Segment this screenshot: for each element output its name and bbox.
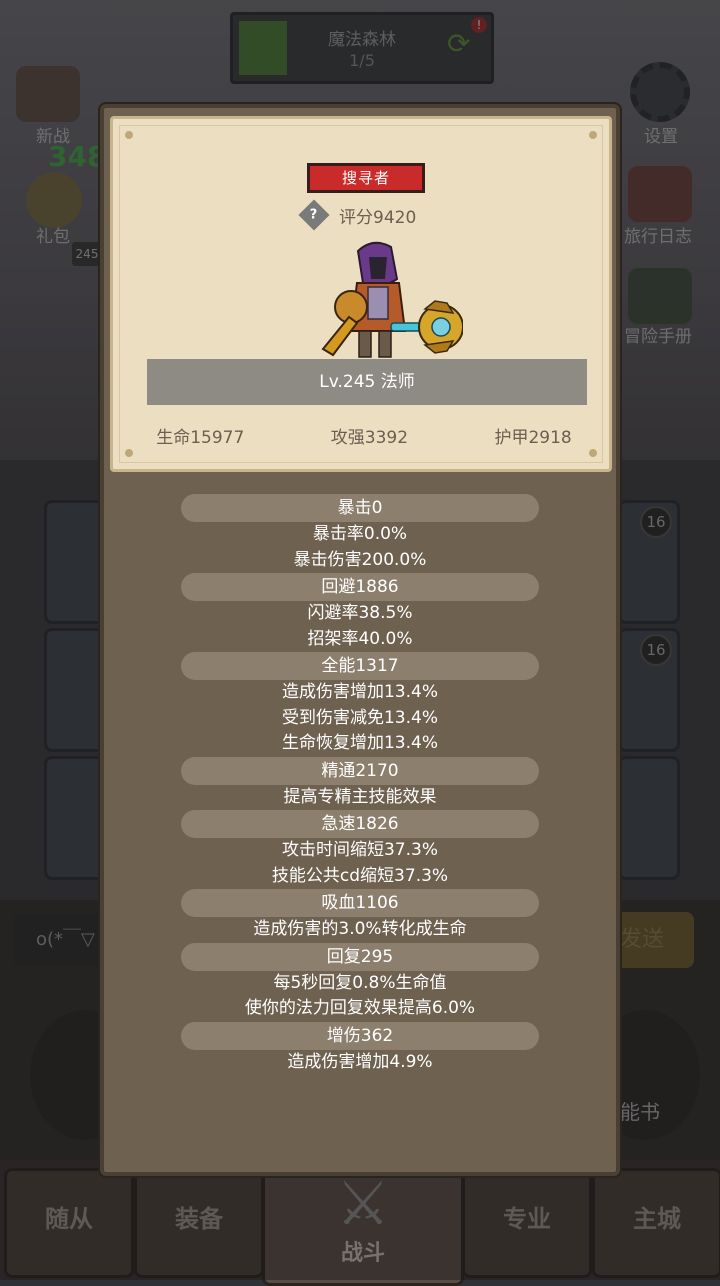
attr-header: 回避1886 [181,573,539,601]
attr-detail: 技能公共cd缩短37.3% [271,865,449,886]
attr-mastery: 精通2170 提高专精主技能效果 [104,756,616,811]
attr-header: 精通2170 [181,756,539,785]
attr-header: 急速1826 [181,810,539,838]
armor-stat: 护甲2918 [494,428,572,448]
attr-haste: 急速1826 攻击时间缩短37.3% 技能公共cd缩短37.3% [104,810,616,889]
hero-summary-card: 搜寻者 ? 评分9420 Lv.245 法师 生命15977 攻强3392 护甲… [110,116,612,472]
pin-decoration [125,131,133,139]
attr-detail: 暴击率0.0% [312,524,408,544]
attr-detail: 生命恢复增加13.4% [281,733,438,753]
attribute-list: 暴击0 暴击率0.0% 暴击伤害200.0% 回避1886 闪避率38.5% 招… [104,494,616,1075]
attr-detail: 暴击伤害200.0% [293,549,427,570]
pin-decoration [589,449,597,457]
attr-detail: 造成伤害的3.0%转化成生命 [253,919,467,939]
attr-detail: 攻击时间缩短37.3% [281,840,438,860]
hero-level-bar: Lv.245 法师 [147,359,587,405]
hp-stat: 生命15977 [156,428,245,448]
attr-regen: 回复295 每5秒回复0.8%生命值 使你的法力回复效果提高6.0% [104,942,616,1022]
question-icon[interactable]: ? [298,199,330,231]
hero-attribute-panel: 搜寻者 ? 评分9420 Lv.245 法师 生命15977 攻强3392 护甲… [100,104,620,1176]
attr-header: 全能1317 [181,652,539,680]
class-tag: 搜寻者 [307,163,425,193]
attr-header: 暴击0 [181,494,539,522]
attr-crit: 暴击0 暴击率0.0% 暴击伤害200.0% [104,494,616,573]
attr-detail: 造成伤害增加13.4% [281,682,438,702]
attr-detail: 受到伤害减免13.4% [281,707,438,728]
hero-score: 评分9420 [339,207,417,228]
attr-detail: 闪避率38.5% [307,603,413,623]
attr-header: 增伤362 [181,1021,539,1050]
attr-header: 吸血1106 [181,889,539,917]
attr-header: 回复295 [181,942,539,971]
score-row: ? 评分9420 [298,199,417,231]
attr-detail: 使你的法力回复效果提高6.0% [244,998,476,1018]
hero-portrait [321,241,463,358]
attr-detail: 招架率40.0% [307,628,413,649]
attr-detail: 造成伤害增加4.9% [287,1051,433,1072]
attr-damage-bonus: 增伤362 造成伤害增加4.9% [104,1021,616,1076]
pin-decoration [589,131,597,139]
attr-versatility: 全能1317 造成伤害增加13.4% 受到伤害减免13.4% 生命恢复增加13.… [104,652,616,757]
attr-lifesteal: 吸血1106 造成伤害的3.0%转化成生命 [104,889,616,943]
pin-decoration [125,449,133,457]
attr-detail: 提高专精主技能效果 [283,786,437,807]
attr-avoidance: 回避1886 闪避率38.5% 招架率40.0% [104,573,616,652]
hero-core-stats: 生命15977 攻强3392 护甲2918 [113,423,615,448]
attr-detail: 每5秒回复0.8%生命值 [273,972,447,993]
attack-stat: 攻强3392 [330,428,409,448]
